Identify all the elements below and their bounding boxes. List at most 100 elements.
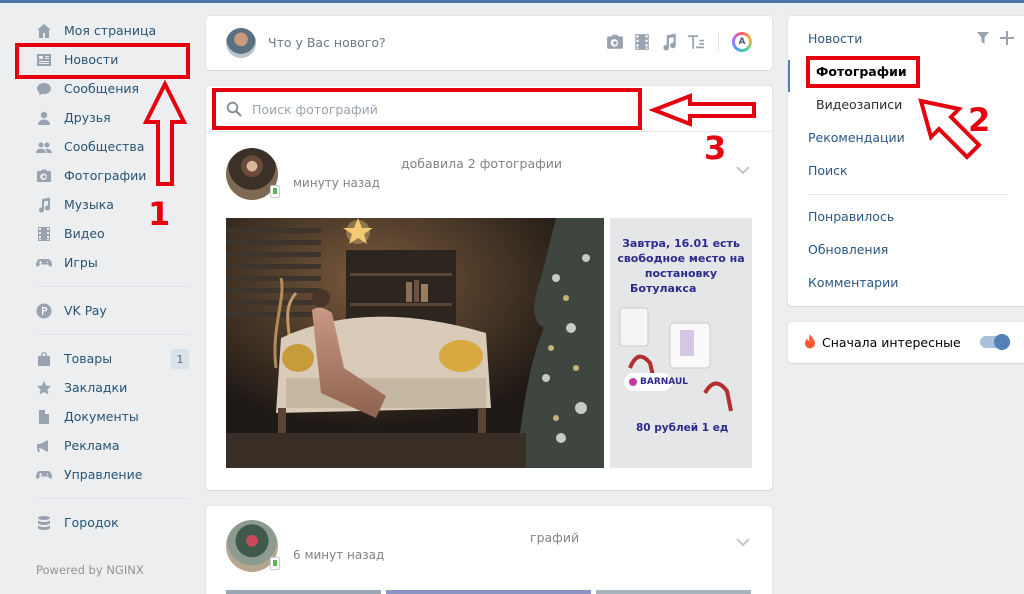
post-header: добавила 2 фотографии минуту назад [226, 148, 756, 200]
annotation-number-3: 3 [704, 129, 727, 167]
nav-label: VK Pay [64, 303, 107, 318]
promo-price: 80 рублей 1 ед [636, 422, 729, 434]
app-icon[interactable]: A [732, 32, 752, 52]
chevron-down-icon[interactable] [736, 160, 750, 175]
powered-by[interactable]: Powered by NGINX [36, 563, 144, 577]
nav-label: Моя страница [64, 23, 157, 38]
nav-divider [36, 498, 189, 499]
compose-placeholder[interactable]: Что у Вас нового? [268, 35, 386, 50]
nav-item-bookmarks[interactable]: Закладки [30, 373, 195, 402]
nav-label: Закладки [64, 380, 128, 395]
bag-icon [36, 351, 52, 367]
nav-item-documents[interactable]: Документы [30, 402, 195, 431]
menu-divider [808, 194, 1008, 195]
right-menu-updates[interactable]: Обновления [808, 242, 888, 257]
gamepad-icon [36, 255, 52, 271]
right-menu-recommendations[interactable]: Рекомендации [808, 130, 905, 145]
nav-label: Сообщества [64, 139, 145, 154]
post-action-text: добавила 2 фотографии [401, 156, 563, 171]
annotation-number-2: 2 [968, 101, 991, 139]
post-time[interactable]: минуту назад [293, 176, 380, 190]
camera-icon [36, 168, 52, 184]
chevron-down-icon[interactable] [736, 532, 750, 547]
nav-label: Городок [64, 515, 119, 530]
gamepad-icon [36, 467, 52, 483]
promo-text: Завтра, 16.01 есть свободное место на по… [616, 236, 746, 296]
video-icon[interactable] [633, 33, 651, 51]
highlight-news [15, 43, 190, 79]
video-icon [36, 226, 52, 242]
toggle-switch[interactable] [980, 334, 1010, 350]
photo-thumb[interactable] [386, 590, 591, 594]
right-menu-liked[interactable]: Понравилось [808, 209, 894, 224]
nav-label: Товары [64, 351, 113, 366]
highlight-search [212, 88, 642, 130]
post-photo-2[interactable]: Завтра, 16.01 есть свободное место на по… [610, 218, 752, 468]
promo-line: свободное место на [617, 252, 745, 265]
star-icon [36, 380, 52, 396]
nav-label: Сообщения [64, 81, 140, 96]
goods-count-badge: 1 [171, 349, 189, 369]
arrow-up-1 [142, 79, 188, 186]
photo-feed: добавила 2 фотографии минуту назад [206, 86, 772, 490]
active-indicator [788, 60, 790, 92]
database-icon [36, 515, 52, 531]
nav-item-manage[interactable]: Управление [30, 460, 195, 489]
nav-divider [36, 286, 189, 287]
fire-icon [805, 334, 815, 349]
avatar[interactable] [226, 148, 280, 200]
filter-icon[interactable] [976, 31, 990, 45]
document-icon [36, 409, 52, 425]
compose-box[interactable]: Что у Вас нового? A [206, 16, 772, 70]
feed-post-2: графий 6 минут назад [206, 506, 772, 594]
nav-item-goods[interactable]: Товары 1 [30, 344, 195, 373]
annotation-number-1: 1 [148, 195, 171, 233]
nav-item-my-page[interactable]: Моя страница [30, 16, 195, 45]
nav-item-vkpay[interactable]: VK Pay [30, 296, 195, 325]
users-icon [36, 139, 52, 155]
post-photo-1[interactable] [226, 218, 604, 468]
nav-item-gorodok[interactable]: Городок [30, 508, 195, 537]
megaphone-icon [36, 438, 52, 454]
nav-label: Игры [64, 255, 98, 270]
nav-item-games[interactable]: Игры [30, 248, 195, 277]
top-bar [0, 0, 1024, 3]
highlight-photos [806, 56, 920, 88]
promo-line: Ботулакса [630, 282, 697, 295]
right-menu-videos[interactable]: Видеозаписи [816, 97, 902, 112]
user-icon [36, 110, 52, 126]
avatar[interactable] [226, 28, 256, 58]
nav-divider [36, 334, 189, 335]
music-icon[interactable] [660, 33, 678, 51]
nav-label: Реклама [64, 438, 120, 453]
mobile-icon [270, 557, 280, 570]
nav-label: Фотографии [64, 168, 147, 183]
plus-icon[interactable] [1000, 31, 1014, 45]
home-icon [36, 23, 52, 39]
photo-room-scene [226, 218, 604, 468]
nav-label: Музыка [64, 197, 114, 212]
nav-label: Друзья [64, 110, 111, 125]
arrow-left-3 [648, 93, 756, 127]
tools-divider [718, 32, 719, 52]
post-action-text: графий [530, 530, 580, 545]
interesting-first-toggle[interactable]: Сначала интересные [788, 322, 1024, 363]
message-icon [36, 81, 52, 97]
camera-icon[interactable] [606, 33, 624, 51]
text-icon[interactable] [687, 33, 705, 51]
vkpay-icon [36, 303, 52, 319]
avatar[interactable] [226, 520, 280, 572]
right-menu-comments[interactable]: Комментарии [808, 275, 898, 290]
photo-thumb[interactable] [226, 590, 381, 594]
promo-line: постановку [644, 267, 718, 280]
promo-location: BARNAUL [640, 377, 689, 387]
photo-thumb[interactable] [596, 590, 751, 594]
right-menu-tools [976, 31, 1014, 45]
promo-line: Завтра, 16.01 есть [622, 237, 740, 250]
post-time[interactable]: 6 минут назад [293, 548, 384, 562]
right-menu-news[interactable]: Новости [808, 31, 862, 46]
toggle-knob [994, 334, 1010, 350]
nav-item-ads[interactable]: Реклама [30, 431, 195, 460]
nav-label: Управление [64, 467, 143, 482]
right-menu-search[interactable]: Поиск [808, 163, 848, 178]
